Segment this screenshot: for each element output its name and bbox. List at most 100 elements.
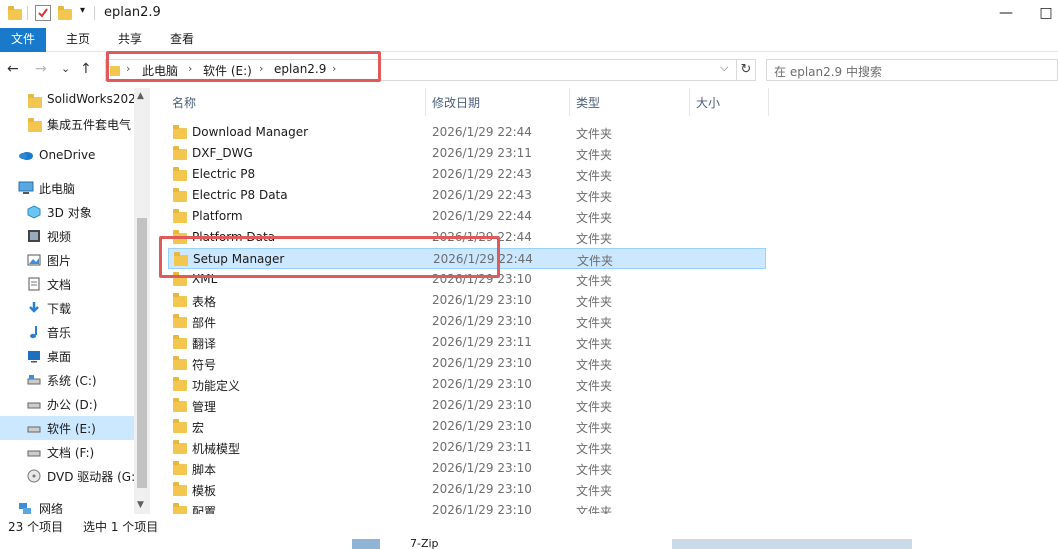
up-button[interactable]: ↑ <box>80 61 92 77</box>
file-name: 表格 <box>192 295 217 309</box>
tab-view[interactable]: 查看 <box>162 28 202 52</box>
sidebar-item-label: 桌面 <box>47 350 72 364</box>
minimize-button[interactable]: — <box>986 0 1026 28</box>
file-name: Platform Data <box>192 230 276 244</box>
file-name: Download Manager <box>192 125 309 139</box>
sidebar-item-downloads[interactable]: 下载 <box>0 296 134 320</box>
selection-count: 选中 1 个项目 <box>83 520 159 534</box>
sidebar-item-this-pc[interactable]: 此电脑 <box>0 176 134 200</box>
file-row[interactable]: Download Manager 2026/1/29 22:44 文件夹 <box>168 122 766 143</box>
file-modified: 2026/1/29 23:11 <box>432 335 532 349</box>
file-name: Setup Manager <box>193 252 285 266</box>
sidebar-item-dvd-drive[interactable]: DVD 驱动器 (G: <box>0 464 135 488</box>
file-row[interactable]: 模板 2026/1/29 23:10 文件夹 <box>168 479 766 500</box>
customize-toolbar-icon[interactable]: ▾ <box>80 5 85 21</box>
sidebar-item-label: 文档 (F:) <box>47 446 95 460</box>
sidebar-item-3d-objects[interactable]: 3D 对象 <box>0 200 134 224</box>
sidebar-item-network[interactable]: 网络 <box>0 496 134 514</box>
column-divider[interactable] <box>689 88 690 116</box>
cloud-icon <box>18 149 33 163</box>
sidebar-item-label: 视频 <box>47 230 72 244</box>
sidebar-item-electrical-suite[interactable]: 集成五件套电气 <box>0 112 134 136</box>
properties-icon[interactable] <box>35 5 51 21</box>
sidebar-item-music[interactable]: 音乐 <box>0 320 134 344</box>
drive-icon <box>27 421 41 435</box>
folder-icon <box>173 209 187 223</box>
column-header-type[interactable]: 类型 <box>576 94 600 111</box>
sidebar-item-label: OneDrive <box>39 148 96 162</box>
file-row[interactable]: 机械模型 2026/1/29 23:11 文件夹 <box>168 437 766 458</box>
breadcrumb-eplan[interactable]: eplan2.9 <box>274 62 326 76</box>
sidebar-item-solidworks[interactable]: SolidWorks202 <box>0 88 136 112</box>
file-row[interactable]: 管理 2026/1/29 23:10 文件夹 <box>168 395 766 416</box>
scroll-down-icon[interactable]: ▼ <box>137 500 144 510</box>
window-title: eplan2.9 <box>104 5 161 20</box>
folder-icon <box>173 419 187 433</box>
column-header-modified[interactable]: 修改日期 <box>432 94 480 111</box>
folder-icon <box>173 167 187 181</box>
tab-home[interactable]: 主页 <box>58 28 98 52</box>
chevron-right-icon[interactable]: › <box>259 62 263 75</box>
file-row[interactable]: Electric P8 2026/1/29 22:43 文件夹 <box>168 164 766 185</box>
sidebar-item-drive-d[interactable]: 办公 (D:) <box>0 392 134 416</box>
file-row[interactable]: 脚本 2026/1/29 23:10 文件夹 <box>168 458 766 479</box>
file-row[interactable]: 宏 2026/1/29 23:10 文件夹 <box>168 416 766 437</box>
maximize-button[interactable]: □ <box>1026 0 1058 28</box>
file-row[interactable]: Electric P8 Data 2026/1/29 22:43 文件夹 <box>168 185 766 206</box>
forward-button[interactable]: → <box>35 61 47 77</box>
drive-icon <box>27 373 41 387</box>
scroll-up-icon[interactable]: ▲ <box>137 91 144 101</box>
sidebar-scrollbar[interactable]: ▲ ▼ <box>134 88 150 514</box>
file-name: 翻译 <box>192 337 217 351</box>
file-row[interactable]: 功能定义 2026/1/29 23:10 文件夹 <box>168 374 766 395</box>
file-modified: 2026/1/29 22:44 <box>432 125 532 139</box>
file-modified: 2026/1/29 23:10 <box>432 419 532 433</box>
background-image-strip <box>672 539 912 549</box>
tab-share[interactable]: 共享 <box>110 28 150 52</box>
column-header-size[interactable]: 大小 <box>696 94 720 111</box>
file-row[interactable]: 配置 2026/1/29 23:10 文件夹 <box>168 500 766 514</box>
tab-file[interactable]: 文件 <box>0 28 46 52</box>
sidebar-item-pictures[interactable]: 图片 <box>0 248 134 272</box>
file-row[interactable]: Platform Data 2026/1/29 22:44 文件夹 <box>168 227 766 248</box>
back-button[interactable]: ← <box>7 61 19 77</box>
sidebar-item-desktop[interactable]: 桌面 <box>0 344 134 368</box>
chevron-right-icon[interactable]: › <box>332 62 336 75</box>
search-input[interactable]: 在 eplan2.9 中搜索 <box>766 59 1058 81</box>
sidebar-item-label: 软件 (E:) <box>47 422 96 436</box>
file-row[interactable]: XML 2026/1/29 23:10 文件夹 <box>168 269 766 290</box>
chevron-right-icon[interactable]: › <box>188 62 192 75</box>
file-row[interactable]: 表格 2026/1/29 23:10 文件夹 <box>168 290 766 311</box>
sidebar-item-onedrive[interactable]: OneDrive <box>0 144 134 168</box>
sidebar-item-drive-e[interactable]: 软件 (E:) <box>0 416 134 440</box>
folder-icon <box>173 125 187 139</box>
column-divider[interactable] <box>569 88 570 116</box>
file-row[interactable]: DXF_DWG 2026/1/29 23:11 文件夹 <box>168 143 766 164</box>
file-name: 机械模型 <box>192 442 241 456</box>
file-row[interactable]: 部件 2026/1/29 23:10 文件夹 <box>168 311 766 332</box>
file-type: 文件夹 <box>576 169 613 183</box>
breadcrumb-this-pc[interactable]: 此电脑 <box>142 62 178 79</box>
file-modified: 2026/1/29 23:10 <box>432 503 532 514</box>
sidebar-item-drive-f[interactable]: 文档 (F:) <box>0 440 134 464</box>
file-row[interactable]: 翻译 2026/1/29 23:11 文件夹 <box>168 332 766 353</box>
sidebar-item-documents[interactable]: 文档 <box>0 272 134 296</box>
breadcrumb-drive-e[interactable]: 软件 (E:) <box>203 62 252 79</box>
address-bar[interactable]: › 此电脑 › 软件 (E:) › eplan2.9 › <box>105 59 737 81</box>
column-header-name[interactable]: 名称 <box>172 94 196 111</box>
file-name: 符号 <box>192 358 217 372</box>
column-divider[interactable] <box>425 88 426 116</box>
chevron-right-icon[interactable]: › <box>126 62 130 75</box>
sidebar-item-videos[interactable]: 视频 <box>0 224 134 248</box>
refresh-button[interactable]: ↻ <box>736 59 756 81</box>
column-divider[interactable] <box>768 88 769 116</box>
file-row[interactable]: 符号 2026/1/29 23:10 文件夹 <box>168 353 766 374</box>
scrollbar-thumb[interactable] <box>137 218 147 488</box>
address-dropdown-icon[interactable]: ⌵ <box>720 61 728 75</box>
file-type: 文件夹 <box>576 463 613 477</box>
file-row-selected[interactable]: Setup Manager 2026/1/29 22:44 文件夹 <box>168 248 766 269</box>
status-bar: 23 个项目 选中 1 个项目 <box>0 514 1058 536</box>
sidebar-item-drive-c[interactable]: 系统 (C:) <box>0 368 134 392</box>
recent-locations-button[interactable]: ⌄ <box>61 62 70 75</box>
file-row[interactable]: Platform 2026/1/29 22:44 文件夹 <box>168 206 766 227</box>
